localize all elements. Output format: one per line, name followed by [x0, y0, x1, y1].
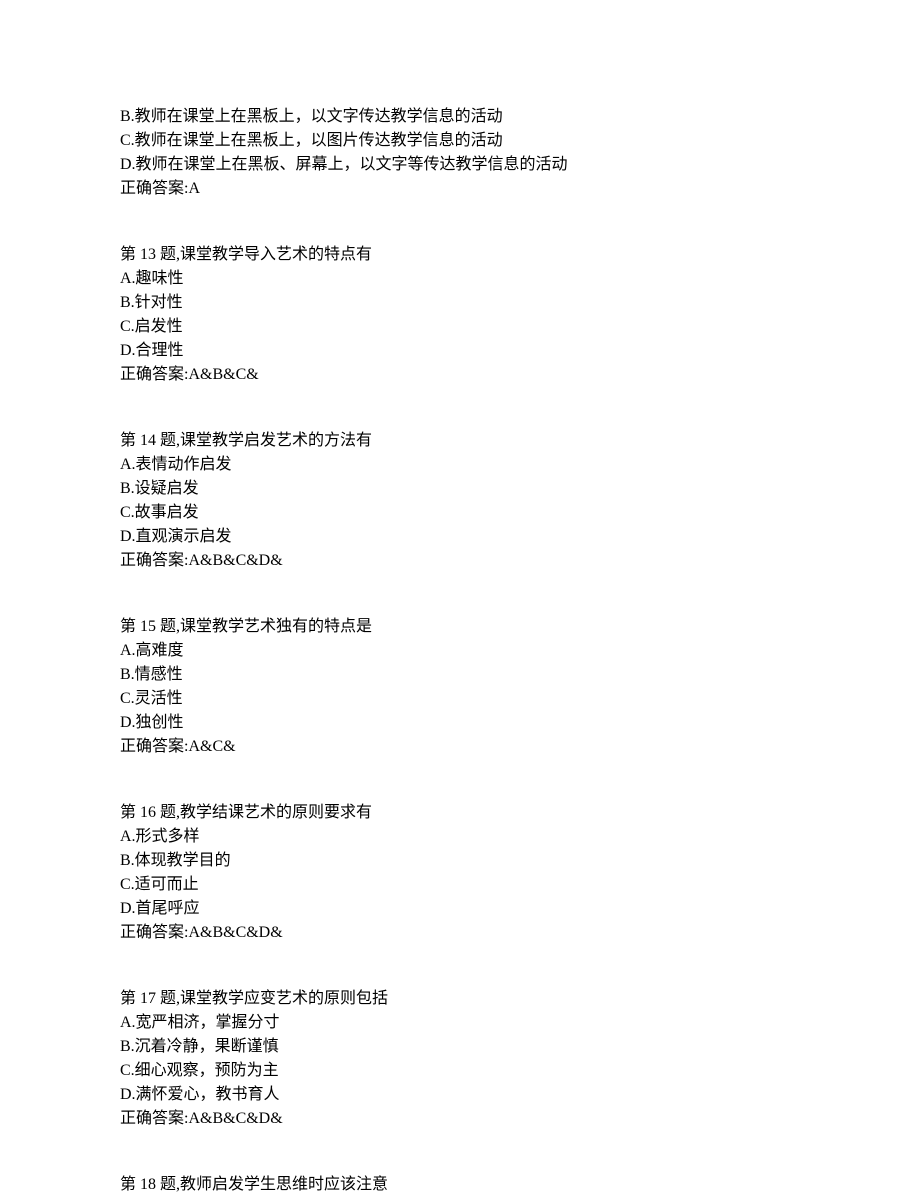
question-13: 第 13 题,课堂教学导入艺术的特点有 A.趣味性 B.针对性 C.启发性 D.… [120, 243, 800, 387]
option-line: B.教师在课堂上在黑板上，以文字传达教学信息的活动 [120, 105, 800, 129]
option-line: B.沉着冷静，果断谨慎 [120, 1035, 800, 1059]
option-line: A.表情动作启发 [120, 453, 800, 477]
question-title: 第 15 题,课堂教学艺术独有的特点是 [120, 615, 800, 639]
option-line: B.设疑启发 [120, 477, 800, 501]
option-line: C.教师在课堂上在黑板上，以图片传达教学信息的活动 [120, 129, 800, 153]
option-line: C.启发性 [120, 315, 800, 339]
option-line: D.教师在课堂上在黑板、屏幕上，以文字等传达教学信息的活动 [120, 153, 800, 177]
question-17: 第 17 题,课堂教学应变艺术的原则包括 A.宽严相济，掌握分寸 B.沉着冷静，… [120, 987, 800, 1131]
question-title: 第 16 题,教学结课艺术的原则要求有 [120, 801, 800, 825]
answer-line: 正确答案:A&B&C&D& [120, 1107, 800, 1131]
question-title: 第 14 题,课堂教学启发艺术的方法有 [120, 429, 800, 453]
question-title: 第 17 题,课堂教学应变艺术的原则包括 [120, 987, 800, 1011]
question-title: 第 13 题,课堂教学导入艺术的特点有 [120, 243, 800, 267]
question-title: 第 18 题,教师启发学生思维时应该注意 [120, 1173, 800, 1197]
option-line: B.情感性 [120, 663, 800, 687]
option-line: A.形式多样 [120, 825, 800, 849]
question-15: 第 15 题,课堂教学艺术独有的特点是 A.高难度 B.情感性 C.灵活性 D.… [120, 615, 800, 759]
question-18: 第 18 题,教师启发学生思维时应该注意 [120, 1173, 800, 1197]
answer-line: 正确答案:A&B&C& [120, 363, 800, 387]
answer-line: 正确答案:A&B&C&D& [120, 921, 800, 945]
option-line: A.宽严相济，掌握分寸 [120, 1011, 800, 1035]
option-line: C.细心观察，预防为主 [120, 1059, 800, 1083]
option-line: C.灵活性 [120, 687, 800, 711]
option-line: D.满怀爱心，教书育人 [120, 1083, 800, 1107]
option-line: B.针对性 [120, 291, 800, 315]
option-line: A.趣味性 [120, 267, 800, 291]
question-16: 第 16 题,教学结课艺术的原则要求有 A.形式多样 B.体现教学目的 C.适可… [120, 801, 800, 945]
answer-line: 正确答案:A [120, 177, 800, 201]
option-line: D.独创性 [120, 711, 800, 735]
intro-block: B.教师在课堂上在黑板上，以文字传达教学信息的活动 C.教师在课堂上在黑板上，以… [120, 105, 800, 201]
option-line: D.合理性 [120, 339, 800, 363]
option-line: B.体现教学目的 [120, 849, 800, 873]
option-line: D.首尾呼应 [120, 897, 800, 921]
option-line: C.故事启发 [120, 501, 800, 525]
option-line: A.高难度 [120, 639, 800, 663]
option-line: D.直观演示启发 [120, 525, 800, 549]
answer-line: 正确答案:A&B&C&D& [120, 549, 800, 573]
question-14: 第 14 题,课堂教学启发艺术的方法有 A.表情动作启发 B.设疑启发 C.故事… [120, 429, 800, 573]
answer-line: 正确答案:A&C& [120, 735, 800, 759]
option-line: C.适可而止 [120, 873, 800, 897]
